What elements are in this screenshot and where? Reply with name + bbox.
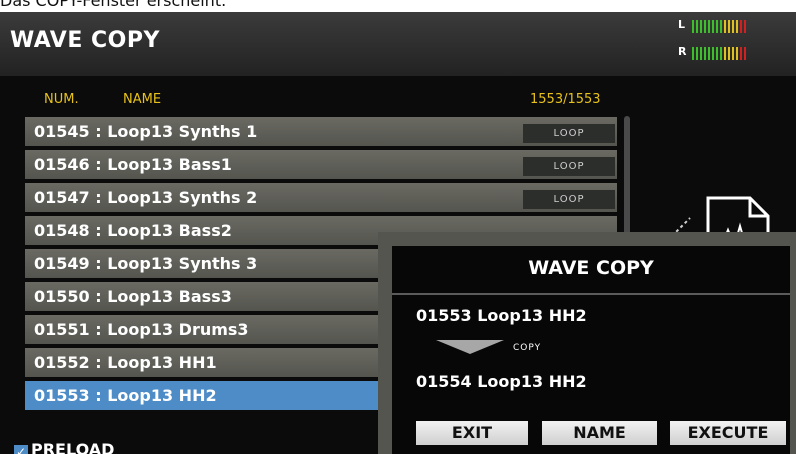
column-header-name: NAME [123, 92, 162, 107]
meter-bars-left [692, 20, 746, 33]
meter-segment [696, 20, 698, 33]
meter-segment [712, 20, 714, 33]
list-item-label: 01550 : Loop13 Bass3 [34, 287, 232, 306]
dialog-title: WAVE COPY [528, 257, 654, 279]
meter-segment [728, 20, 730, 33]
meter-segment [708, 47, 710, 60]
meter-segment [716, 20, 718, 33]
meter-segment [744, 47, 746, 60]
list-item[interactable]: 01546 : Loop13 Bass1 LOOP [25, 150, 617, 179]
loop-badge: LOOP [523, 190, 615, 209]
execute-button[interactable]: EXECUTE [670, 421, 786, 445]
level-meter-right: R [678, 45, 790, 61]
list-item-label: 01545 : Loop13 Synths 1 [34, 122, 258, 141]
list-item-label: 01553 : Loop13 HH2 [34, 386, 217, 405]
list-item-label: 01546 : Loop13 Bass1 [34, 155, 232, 174]
list-item[interactable]: 01547 : Loop13 Synths 2 LOOP [25, 183, 617, 212]
meter-segment [732, 47, 734, 60]
meter-segment [692, 20, 694, 33]
dialog-body: WAVE COPY 01553 Loop13 HH2 COPY 01554 Lo… [392, 246, 790, 454]
column-header-num: NUM. [44, 92, 79, 107]
copy-arrow-icon [436, 340, 504, 354]
meter-segment [712, 47, 714, 60]
destination-wave: 01554 Loop13 HH2 [416, 372, 587, 391]
device-screen: WAVE COPY L R NUM. NAME 1553/1553 01545 … [0, 12, 796, 454]
list-item-label: 01549 : Loop13 Synths 3 [34, 254, 258, 273]
meter-segment [716, 47, 718, 60]
meter-segment [736, 20, 738, 33]
meter-segment [740, 20, 742, 33]
loop-badge: LOOP [523, 124, 615, 143]
meter-segment [736, 47, 738, 60]
meter-segment [724, 47, 726, 60]
preload-label: PRELOAD [31, 440, 115, 454]
item-count: 1553/1553 [530, 92, 601, 107]
source-wave: 01553 Loop13 HH2 [416, 306, 587, 325]
exit-button[interactable]: EXIT [416, 421, 528, 445]
wave-copy-dialog: WAVE COPY 01553 Loop13 HH2 COPY 01554 Lo… [378, 232, 796, 454]
meter-label-right: R [678, 45, 687, 58]
checkbox-checked-icon: ✓ [14, 445, 28, 454]
name-button[interactable]: NAME [542, 421, 657, 445]
meter-segment [692, 47, 694, 60]
meter-segment [744, 20, 746, 33]
meter-label-left: L [678, 18, 686, 31]
meter-segment [704, 20, 706, 33]
meter-segment [696, 47, 698, 60]
preload-checkbox[interactable]: ✓ PRELOAD [14, 440, 114, 454]
title-bar: WAVE COPY L R [0, 12, 796, 76]
dialog-divider [392, 293, 790, 295]
meter-bars-right [692, 47, 746, 60]
level-meter-left: L [678, 18, 790, 34]
meter-segment [720, 47, 722, 60]
loop-badge: LOOP [523, 157, 615, 176]
meter-segment [724, 20, 726, 33]
meter-segment [700, 20, 702, 33]
list-item-label: 01548 : Loop13 Bass2 [34, 221, 232, 240]
list-item-label: 01547 : Loop13 Synths 2 [34, 188, 258, 207]
meter-segment [740, 47, 742, 60]
meter-segment [704, 47, 706, 60]
meter-segment [700, 47, 702, 60]
list-item-label: 01552 : Loop13 HH1 [34, 353, 217, 372]
list-item-label: 01551 : Loop13 Drums3 [34, 320, 249, 339]
meter-segment [708, 20, 710, 33]
list-item[interactable]: 01545 : Loop13 Synths 1 LOOP [25, 117, 617, 146]
meter-segment [728, 47, 730, 60]
page-title: WAVE COPY [10, 28, 160, 53]
meter-segment [732, 20, 734, 33]
meter-segment [720, 20, 722, 33]
caption: Das COPY-Fenster erscheint. [0, 0, 227, 10]
copy-label: COPY [513, 343, 542, 353]
